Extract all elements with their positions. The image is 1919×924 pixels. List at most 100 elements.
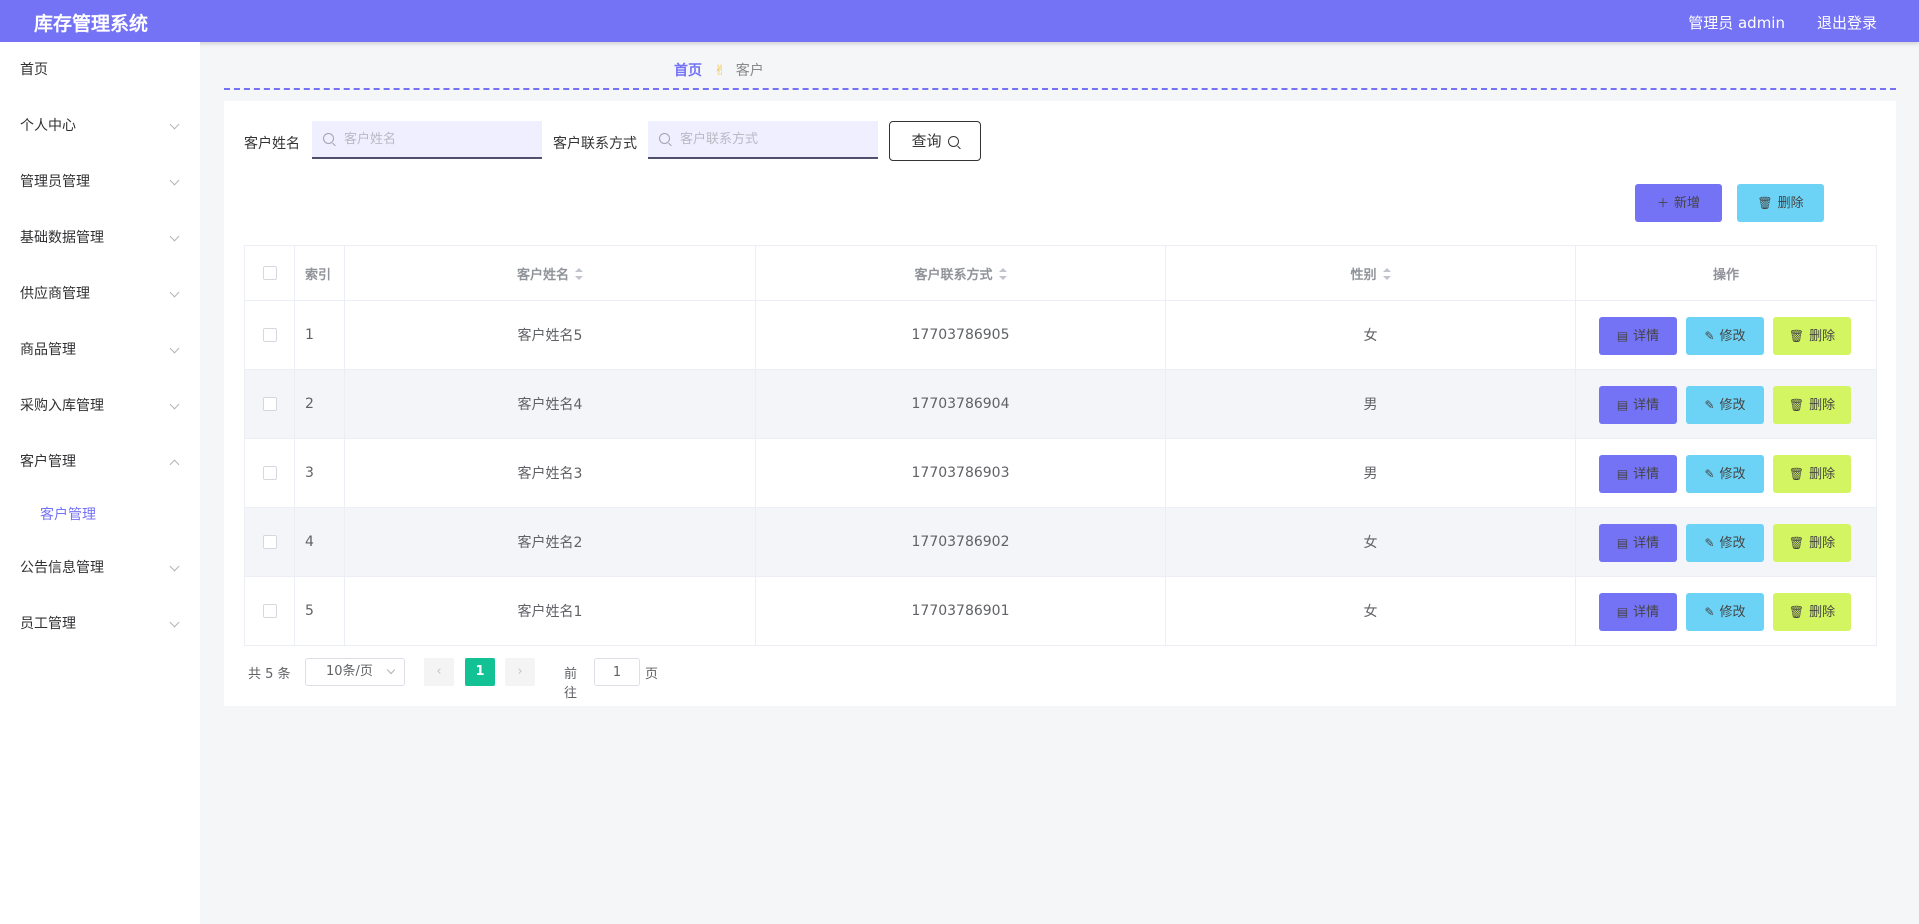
chevron-up-icon <box>169 459 180 470</box>
row-customer-phone: 17703786904 <box>755 369 1166 439</box>
sidebar-item-staff[interactable]: 员工管理 <box>0 596 200 652</box>
trash-icon: 🗑 <box>1788 398 1805 412</box>
sidebar-item-purchase[interactable]: 采购入库管理 <box>0 378 200 434</box>
divider <box>224 88 1896 90</box>
pencil-icon: ✎ <box>1704 467 1715 481</box>
row-customer-phone: 17703786905 <box>755 300 1166 370</box>
page-size-select[interactable]: 10条/页 <box>305 658 405 686</box>
row-checkbox[interactable] <box>262 466 277 480</box>
detail-button[interactable]: ▤ 详情 <box>1599 455 1677 493</box>
edit-button[interactable]: ✎ 修改 <box>1686 386 1764 424</box>
page-size-value: 10条/页 <box>326 664 373 679</box>
goto-label: 前往 <box>564 667 578 701</box>
edit-label: 修改 <box>1719 467 1746 482</box>
chevron-right-icon: › <box>517 664 523 679</box>
row-select-cell <box>244 507 295 577</box>
row-customer-phone: 17703786903 <box>755 438 1166 508</box>
edit-button[interactable]: ✎ 修改 <box>1686 524 1764 562</box>
edit-label: 修改 <box>1719 398 1746 413</box>
customer-table: 索引 客户姓名 客户联系方式 性别 操作 1 客户姓名5 17703786905 女 ▤… <box>244 245 1877 646</box>
sidebar-item-home[interactable]: 首页 <box>0 42 200 98</box>
delete-button[interactable]: 🗑 删除 <box>1773 455 1851 493</box>
row-customer-name: 客户姓名2 <box>344 507 756 577</box>
sort-icon[interactable] <box>575 267 583 280</box>
sidebar-item-notice[interactable]: 公告信息管理 <box>0 540 200 596</box>
edit-label: 修改 <box>1719 605 1746 620</box>
delete-button[interactable]: 🗑 删除 <box>1773 317 1851 355</box>
sidebar-item-goods[interactable]: 商品管理 <box>0 322 200 378</box>
customer-name-input[interactable] <box>342 121 536 157</box>
delete-button[interactable]: 🗑 删除 <box>1773 593 1851 631</box>
prev-page-button[interactable]: ‹ <box>424 658 454 686</box>
edit-button[interactable]: ✎ 修改 <box>1686 317 1764 355</box>
row-customer-name: 客户姓名4 <box>344 369 756 439</box>
customer-phone-input[interactable] <box>678 121 872 157</box>
sidebar-subitem-customer[interactable]: 客户管理 <box>0 490 200 540</box>
edit-button[interactable]: ✎ 修改 <box>1686 593 1764 631</box>
row-index: 1 <box>294 300 345 370</box>
select-all-checkbox[interactable] <box>262 266 277 280</box>
detail-label: 详情 <box>1633 398 1660 413</box>
batch-delete-button[interactable]: 🗑 删除 <box>1737 184 1824 222</box>
breadcrumb-home[interactable]: 首页 <box>674 63 702 79</box>
delete-button[interactable]: 🗑 删除 <box>1773 524 1851 562</box>
search-icon <box>659 133 670 144</box>
sidebar-item-supplier[interactable]: 供应商管理 <box>0 266 200 322</box>
logout-button[interactable]: 退出登录 <box>1817 12 1877 33</box>
next-page-button[interactable]: › <box>505 658 535 686</box>
breadcrumb-current: 客户 <box>735 63 764 79</box>
search-icon <box>947 136 959 147</box>
column-header-label: 性别 <box>1350 267 1377 283</box>
detail-button[interactable]: ▤ 详情 <box>1599 386 1677 424</box>
detail-label: 详情 <box>1633 467 1660 482</box>
delete-label: 删除 <box>1809 605 1836 620</box>
sort-icon[interactable] <box>1382 267 1391 280</box>
row-checkbox[interactable] <box>262 328 277 342</box>
customer-name-search[interactable] <box>312 121 542 159</box>
column-header-name[interactable]: 客户姓名 <box>344 245 756 301</box>
row-index: 4 <box>294 507 345 577</box>
customer-phone-search[interactable] <box>648 121 878 159</box>
row-customer-name: 客户姓名3 <box>344 438 756 508</box>
sidebar-item-admin-management[interactable]: 管理员管理 <box>0 154 200 210</box>
trash-icon: 🗑 <box>1788 536 1805 550</box>
goto-page-input[interactable] <box>594 658 640 686</box>
detail-button[interactable]: ▤ 详情 <box>1599 593 1677 631</box>
sort-icon[interactable] <box>998 267 1007 280</box>
pencil-icon: ✎ <box>1704 536 1715 550</box>
sidebar-item-label: 首页 <box>20 62 48 78</box>
sidebar-item-customer[interactable]: 客户管理 <box>0 434 200 490</box>
add-button[interactable]: ＋ 新增 <box>1635 184 1722 222</box>
row-actions: ▤ 详情 ✎ 修改 🗑 删除 <box>1575 300 1877 370</box>
detail-button[interactable]: ▤ 详情 <box>1599 317 1677 355</box>
row-checkbox[interactable] <box>262 604 277 618</box>
trash-icon: 🗑 <box>1788 605 1805 619</box>
sidebar-item-label: 管理员管理 <box>20 174 90 190</box>
document-icon: ▤ <box>1616 329 1629 343</box>
row-checkbox[interactable] <box>262 535 277 549</box>
breadcrumb: 首页 ✌ 客户 <box>674 60 764 80</box>
column-header-index: 索引 <box>294 245 345 301</box>
admin-label: 管理员 admin <box>1688 14 1785 32</box>
detail-button[interactable]: ▤ 详情 <box>1599 524 1677 562</box>
row-customer-name: 客户姓名1 <box>344 576 756 646</box>
chevron-down-icon <box>169 231 180 242</box>
row-checkbox[interactable] <box>262 397 277 411</box>
row-customer-phone: 17703786902 <box>755 507 1166 577</box>
trash-icon: 🗑 <box>1788 467 1805 481</box>
column-header-phone[interactable]: 客户联系方式 <box>755 245 1166 301</box>
chevron-down-icon <box>386 665 396 675</box>
sidebar-item-personal-center[interactable]: 个人中心 <box>0 98 200 154</box>
sidebar-item-label: 供应商管理 <box>20 286 90 302</box>
page-number-current[interactable]: 1 <box>465 658 495 686</box>
column-header-label: 客户姓名 <box>516 267 569 283</box>
sidebar-item-basic-data[interactable]: 基础数据管理 <box>0 210 200 266</box>
row-customer-gender: 女 <box>1165 300 1576 370</box>
delete-button[interactable]: 🗑 删除 <box>1773 386 1851 424</box>
query-button[interactable]: 查询 <box>889 121 981 161</box>
column-header-gender[interactable]: 性别 <box>1165 245 1576 301</box>
delete-label: 删除 <box>1809 329 1836 344</box>
edit-button[interactable]: ✎ 修改 <box>1686 455 1764 493</box>
document-icon: ▤ <box>1616 536 1629 550</box>
sidebar-item-label: 个人中心 <box>20 118 76 134</box>
